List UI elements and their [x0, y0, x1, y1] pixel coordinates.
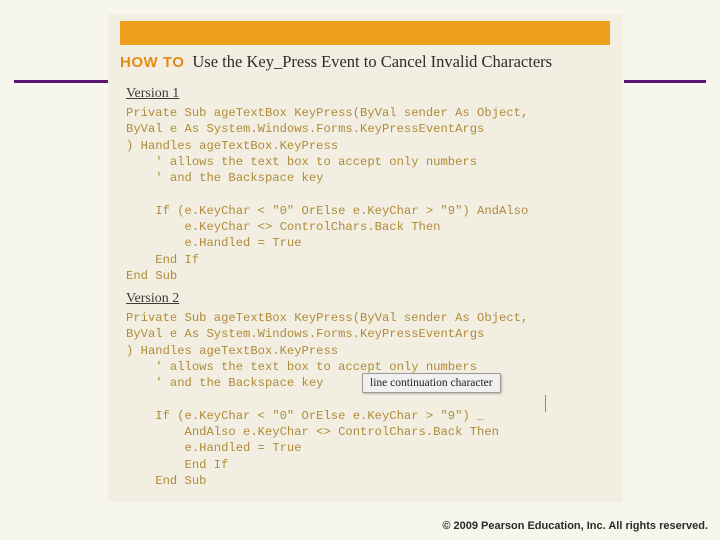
line-continuation-callout: line continuation character: [362, 373, 501, 393]
howto-label: HOW TO: [120, 54, 185, 71]
copyright-notice: © 2009 Pearson Education, Inc. All right…: [442, 520, 708, 532]
callout-leader-line: [545, 395, 546, 412]
divider-rule-left: [14, 80, 108, 83]
section-version-1: Version 1 Private Sub ageTextBox KeyPres…: [126, 86, 616, 284]
version-2-code: Private Sub ageTextBox KeyPress(ByVal se…: [126, 311, 529, 488]
header-band: [120, 21, 610, 45]
divider-rule-right: [624, 80, 706, 83]
version-1-code: Private Sub ageTextBox KeyPress(ByVal se…: [126, 106, 529, 283]
version-1-heading: Version 1: [126, 86, 180, 101]
page-title: Use the Key_Press Event to Cancel Invali…: [192, 52, 553, 71]
content-panel: HOW TO Use the Key_Press Event to Cancel…: [108, 14, 623, 502]
version-2-heading: Version 2: [126, 291, 180, 306]
howto-heading: HOW TO Use the Key_Press Event to Cancel…: [120, 52, 615, 72]
